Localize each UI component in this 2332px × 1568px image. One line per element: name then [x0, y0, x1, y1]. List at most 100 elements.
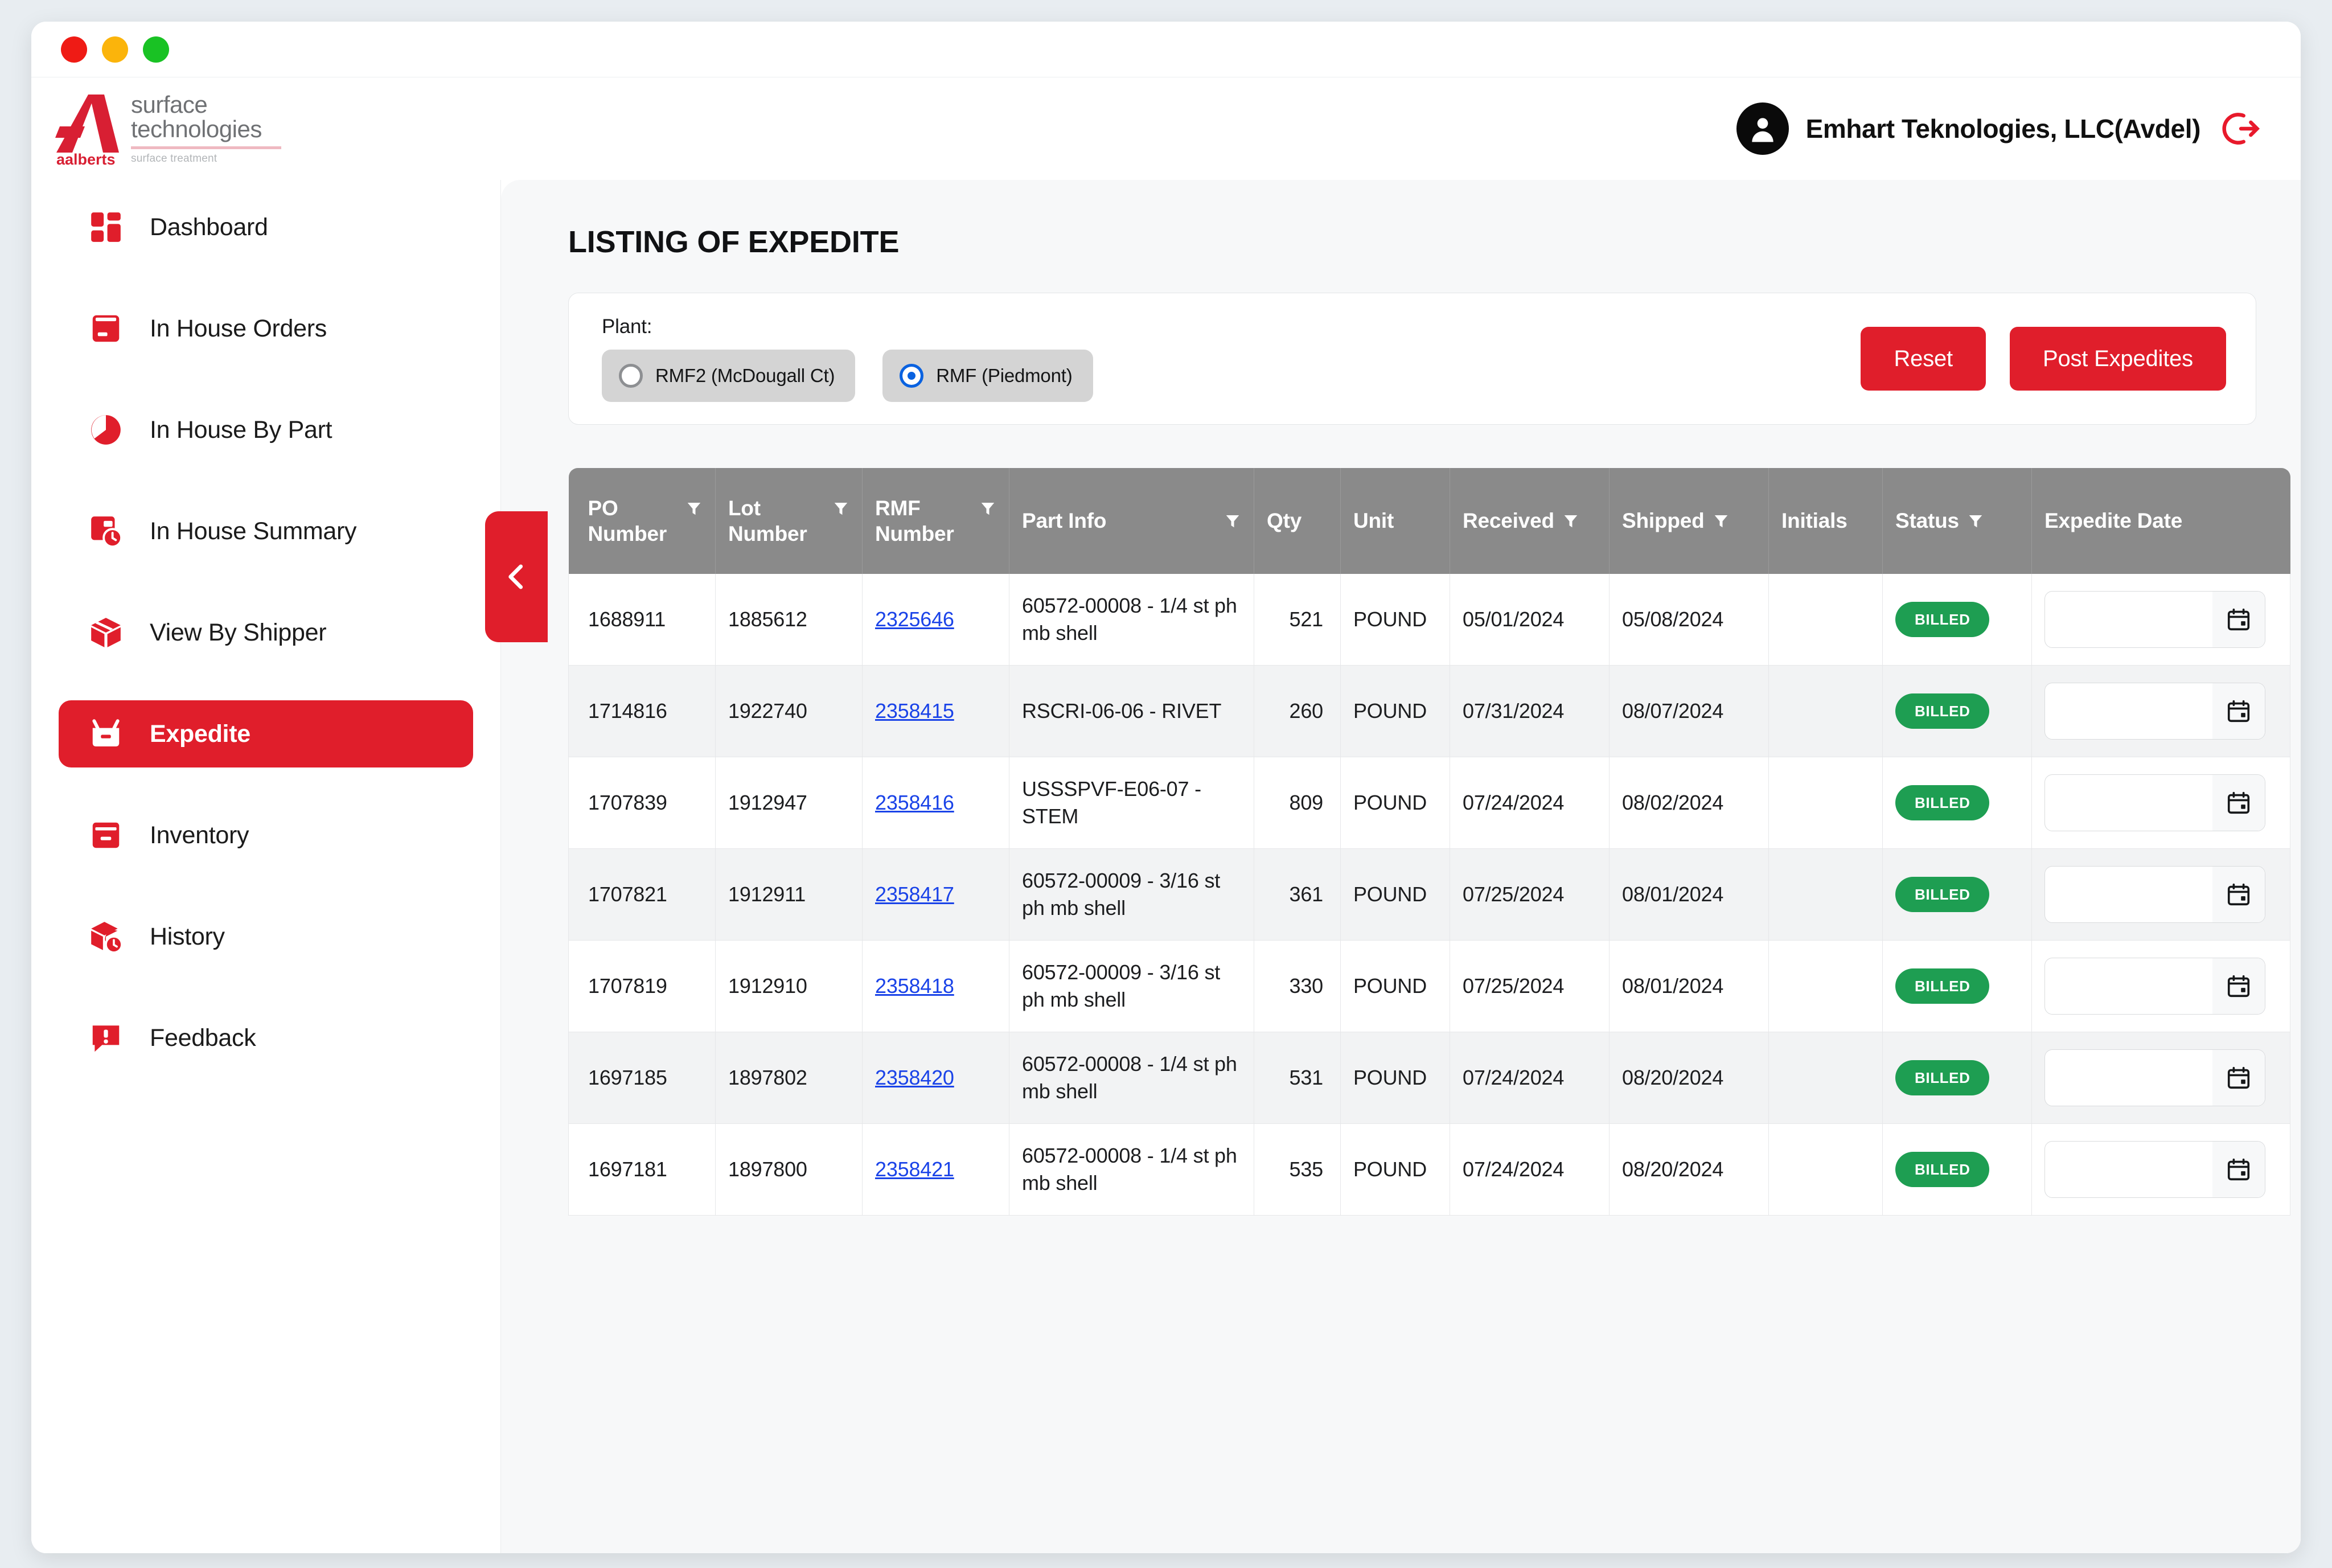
cell-status: BILLED — [1883, 666, 2032, 757]
close-window-button[interactable] — [61, 36, 87, 63]
sidebar-item-expedite[interactable]: Expedite — [59, 700, 473, 767]
cell-expedite-date — [2032, 849, 2290, 941]
cell-shipped: 08/02/2024 — [1610, 757, 1769, 849]
calendar-icon[interactable] — [2226, 1156, 2252, 1183]
expedite-date-input[interactable] — [2044, 1049, 2265, 1106]
table-row: 17078211912911235841760572-00009 - 3/16 … — [569, 849, 2290, 941]
filter-icon[interactable] — [832, 500, 849, 517]
post-expedites-button[interactable]: Post Expedites — [2010, 327, 2226, 391]
sidebar-item-feedback[interactable]: Feedback — [59, 1004, 473, 1072]
calendar-picker-button[interactable] — [2212, 1142, 2265, 1197]
radio-plant-rmf[interactable]: RMF (Piedmont) — [882, 350, 1093, 402]
cell-expedite-date — [2032, 941, 2290, 1032]
expedite-date-input[interactable] — [2044, 774, 2265, 831]
main-content: LISTING OF EXPEDITE Plant: RMF2 (McDouga… — [501, 180, 2301, 1553]
sidebar-item-in-house-by-part[interactable]: In House By Part — [59, 396, 473, 463]
rmf-number-link[interactable]: 2358420 — [875, 1066, 954, 1089]
column-header-shipped[interactable]: Shipped — [1610, 468, 1769, 574]
cell-po-number: 1707839 — [569, 757, 716, 849]
logout-icon[interactable] — [2218, 107, 2261, 150]
sidebar-item-in-house-summary[interactable]: In House Summary — [59, 498, 473, 565]
calendar-picker-button[interactable] — [2212, 683, 2265, 739]
column-header-status[interactable]: Status — [1883, 468, 2032, 574]
column-header-po-number[interactable]: PO Number — [569, 468, 716, 574]
sidebar-item-label: In House Orders — [150, 315, 327, 343]
radio-plant-rmf2[interactable]: RMF2 (McDougall Ct) — [602, 350, 855, 402]
calendar-icon[interactable] — [2226, 606, 2252, 633]
calendar-icon[interactable] — [2226, 881, 2252, 908]
cell-qty: 260 — [1254, 666, 1341, 757]
column-header-rmf-number[interactable]: RMF Number — [863, 468, 1009, 574]
expedite-date-field[interactable] — [2045, 683, 2212, 739]
expedite-date-field[interactable] — [2045, 775, 2212, 831]
rmf-number-link[interactable]: 2325646 — [875, 608, 954, 631]
filter-icon[interactable] — [685, 500, 703, 517]
brand-logo: aalberts surface technologies surface tr… — [31, 91, 281, 166]
rmf-number-link[interactable]: 2358418 — [875, 974, 954, 998]
expedite-date-input[interactable] — [2044, 591, 2265, 648]
maximize-window-button[interactable] — [143, 36, 169, 63]
column-label: Unit — [1353, 508, 1394, 533]
reset-button[interactable]: Reset — [1861, 327, 1986, 391]
expedite-date-field[interactable] — [2045, 1050, 2212, 1106]
column-header-expedite-date[interactable]: Expedite Date — [2032, 468, 2290, 574]
expedite-date-input[interactable] — [2044, 958, 2265, 1015]
column-header-lot-number[interactable]: Lot Number — [716, 468, 863, 574]
cell-received: 07/31/2024 — [1450, 666, 1610, 757]
radio-indicator-icon — [619, 364, 643, 388]
sidebar-item-inventory[interactable]: Inventory — [59, 802, 473, 869]
expedite-date-field[interactable] — [2045, 958, 2212, 1014]
expedite-date-field[interactable] — [2045, 592, 2212, 647]
brand-line-2: technologies — [131, 117, 281, 141]
expedite-date-input[interactable] — [2044, 866, 2265, 923]
sidebar-item-history[interactable]: History — [59, 903, 473, 970]
rmf-number-link[interactable]: 2358416 — [875, 791, 954, 814]
sidebar-item-view-by-shipper[interactable]: View By Shipper — [59, 599, 473, 666]
cell-rmf-number: 2358416 — [863, 757, 1009, 849]
cell-part-info: USSSPVF-E06-07 - STEM — [1009, 757, 1254, 849]
column-header-unit[interactable]: Unit — [1341, 468, 1450, 574]
calendar-picker-button[interactable] — [2212, 1050, 2265, 1106]
calendar-icon[interactable] — [2226, 973, 2252, 999]
cell-received: 07/24/2024 — [1450, 757, 1610, 849]
rmf-number-link[interactable]: 2358421 — [875, 1157, 954, 1181]
column-header-qty[interactable]: Qty — [1254, 468, 1341, 574]
expedite-date-input[interactable] — [2044, 1141, 2265, 1198]
cell-initials — [1769, 849, 1883, 941]
sidebar-collapse-button[interactable] — [485, 511, 548, 642]
filter-icon[interactable] — [1562, 512, 1579, 529]
column-label: Lot Number — [728, 495, 824, 547]
calendar-picker-button[interactable] — [2212, 592, 2265, 647]
rmf-number-link[interactable]: 2358415 — [875, 699, 954, 723]
calendar-icon[interactable] — [2226, 698, 2252, 724]
filter-icon[interactable] — [1713, 512, 1730, 529]
calendar-picker-button[interactable] — [2212, 867, 2265, 922]
column-header-initials[interactable]: Initials — [1769, 468, 1883, 574]
filter-panel: Plant: RMF2 (McDougall Ct) RMF (Piedmont… — [568, 293, 2256, 425]
cell-shipped: 08/01/2024 — [1610, 941, 1769, 1032]
column-label: Initials — [1781, 508, 1847, 533]
calendar-picker-button[interactable] — [2212, 775, 2265, 831]
cell-expedite-date — [2032, 1032, 2290, 1124]
calendar-picker-button[interactable] — [2212, 958, 2265, 1014]
dashboard-icon — [86, 207, 126, 247]
calendar-icon[interactable] — [2226, 790, 2252, 816]
filter-icon[interactable] — [1967, 512, 1984, 529]
cell-expedite-date — [2032, 757, 2290, 849]
minimize-window-button[interactable] — [102, 36, 128, 63]
calendar-icon[interactable] — [2226, 1065, 2252, 1091]
user-account-area: Emhart Teknologies, LLC(Avdel) — [1736, 102, 2261, 155]
filter-icon[interactable] — [979, 500, 996, 517]
sidebar-item-in-house-orders[interactable]: In House Orders — [59, 295, 473, 362]
sidebar-item-label: View By Shipper — [150, 619, 326, 647]
filter-icon[interactable] — [1224, 512, 1241, 529]
rmf-number-link[interactable]: 2358417 — [875, 882, 954, 906]
cell-lot-number: 1922740 — [716, 666, 863, 757]
cell-received: 07/25/2024 — [1450, 941, 1610, 1032]
column-header-part-info[interactable]: Part Info — [1009, 468, 1254, 574]
expedite-date-input[interactable] — [2044, 683, 2265, 740]
sidebar-item-dashboard[interactable]: Dashboard — [59, 194, 473, 261]
expedite-date-field[interactable] — [2045, 867, 2212, 922]
column-header-received[interactable]: Received — [1450, 468, 1610, 574]
expedite-date-field[interactable] — [2045, 1142, 2212, 1197]
